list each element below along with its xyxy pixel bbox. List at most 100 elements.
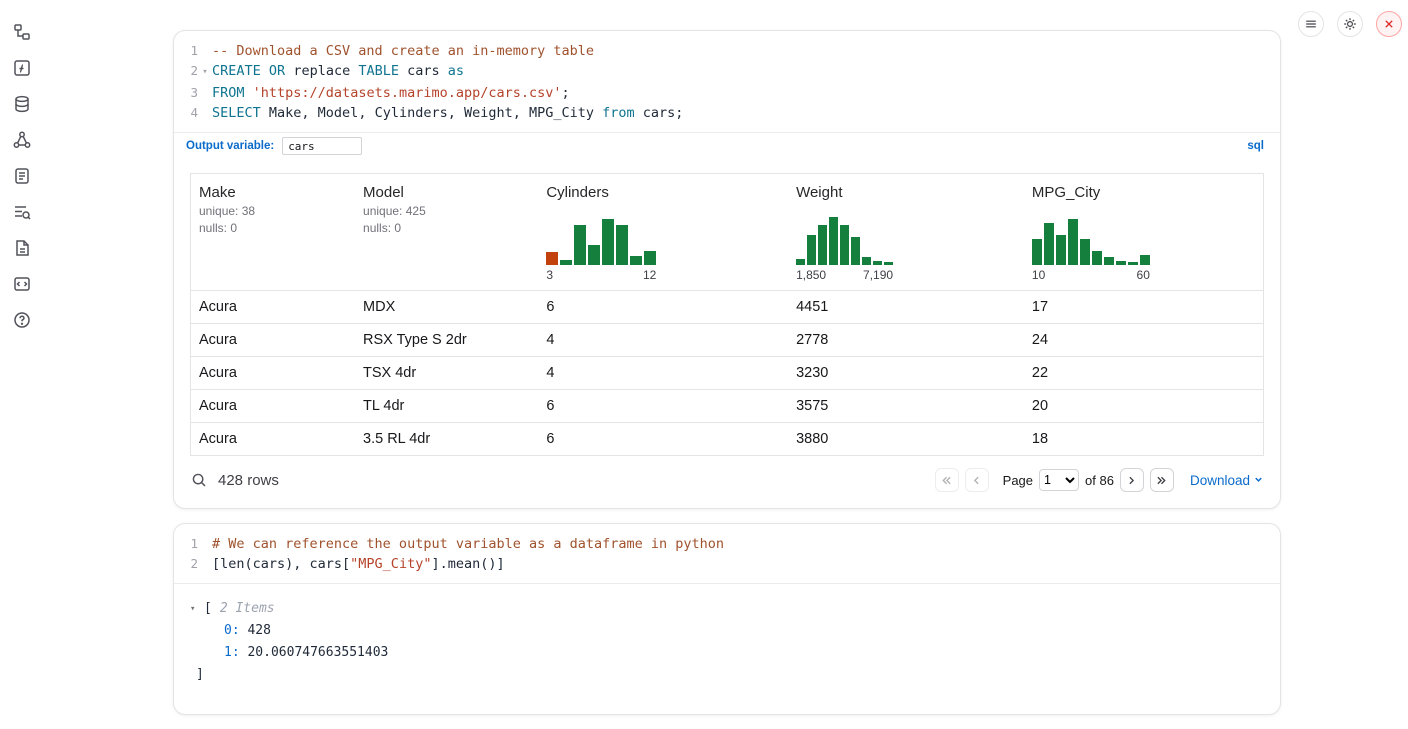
output-variable-input[interactable] <box>282 137 362 155</box>
code-line[interactable]: 4SELECT Make, Model, Cylinders, Weight, … <box>174 103 1280 123</box>
code-line[interactable]: 1# We can reference the output variable … <box>174 534 1280 554</box>
histogram-bar[interactable] <box>873 261 882 265</box>
table-cell: RSX Type S 2dr <box>355 324 538 357</box>
close-icon <box>1381 16 1397 32</box>
histogram-bar[interactable] <box>1032 239 1042 265</box>
help-icon[interactable] <box>12 310 32 330</box>
histogram-bar[interactable] <box>644 251 656 265</box>
token-string: "MPG_City" <box>350 556 431 572</box>
file-explorer-icon[interactable] <box>12 22 32 42</box>
histogram-bar[interactable] <box>884 262 893 265</box>
histogram-bar[interactable] <box>560 260 572 265</box>
output-list-entries: 0: 4281: 20.060747663551403 <box>190 620 1264 664</box>
histogram-min-label: 10 <box>1032 268 1045 282</box>
histogram-bar[interactable] <box>1116 261 1126 265</box>
histogram-bar[interactable] <box>851 237 860 265</box>
table-cell: Acura <box>191 423 355 456</box>
code-line[interactable]: 2[len(cars), cars["MPG_City"].mean()] <box>174 554 1280 574</box>
histogram-min-label: 1,850 <box>796 268 826 282</box>
fold-indicator-icon[interactable]: ▾ <box>198 61 212 83</box>
table-header-row: Makeunique: 38nulls: 0Modelunique: 425nu… <box>191 174 1263 291</box>
histogram-bar[interactable] <box>818 225 827 265</box>
close-button[interactable] <box>1376 11 1402 37</box>
snippets-icon[interactable] <box>12 274 32 294</box>
outline-icon[interactable] <box>12 166 32 186</box>
histogram-bar[interactable] <box>1128 262 1138 265</box>
search-icon[interactable] <box>190 471 208 489</box>
code-line[interactable]: 2▾CREATE OR replace TABLE cars as <box>174 61 1280 83</box>
code-text: CREATE OR replace TABLE cars as <box>212 61 464 83</box>
histogram-bar[interactable] <box>862 257 871 265</box>
page-select[interactable]: 1 <box>1039 469 1079 491</box>
column-header[interactable]: Modelunique: 425nulls: 0 <box>355 174 538 291</box>
column-name: Weight <box>796 184 1016 201</box>
fold-indicator-icon <box>198 41 212 61</box>
histogram-bar[interactable] <box>588 245 600 265</box>
column-histogram[interactable] <box>546 215 780 265</box>
column-header[interactable]: Weight1,8507,190 <box>788 174 1024 291</box>
table-cell: 6 <box>538 423 788 456</box>
code-line[interactable]: 1-- Download a CSV and create an in-memo… <box>174 41 1280 61</box>
histogram-bar[interactable] <box>1044 223 1054 265</box>
table-cell: 4451 <box>788 291 1024 324</box>
table-cell: 3575 <box>788 390 1024 423</box>
token-comment: # We can reference the output variable a… <box>212 536 724 552</box>
column-histogram[interactable] <box>796 215 1016 265</box>
last-page-button[interactable] <box>1150 468 1174 492</box>
settings-button[interactable] <box>1337 11 1363 37</box>
download-label: Download <box>1190 473 1250 488</box>
chevron-right-icon <box>1125 474 1138 487</box>
menu-button[interactable] <box>1298 11 1324 37</box>
table-cell: 4 <box>538 324 788 357</box>
histogram-bar[interactable] <box>796 259 805 265</box>
histogram-bar[interactable] <box>630 256 642 265</box>
histogram-bar[interactable] <box>1104 257 1114 265</box>
download-button[interactable]: Download <box>1190 473 1264 488</box>
table-row[interactable]: AcuraRSX Type S 2dr4277824 <box>191 324 1263 357</box>
code-line[interactable]: 3FROM 'https://datasets.marimo.app/cars.… <box>174 83 1280 103</box>
table-row[interactable]: Acura3.5 RL 4dr6388018 <box>191 423 1263 456</box>
histogram-bar[interactable] <box>616 225 628 265</box>
column-histogram[interactable] <box>1032 215 1255 265</box>
token-plain: ].mean()] <box>431 556 504 572</box>
first-page-button[interactable] <box>935 468 959 492</box>
logs-icon[interactable] <box>12 202 32 222</box>
histogram-bar[interactable] <box>1080 239 1090 265</box>
dependency-graph-icon[interactable] <box>12 130 32 150</box>
token-plain: replace <box>285 63 358 79</box>
collapse-chevron-icon[interactable]: ▾ <box>190 598 202 620</box>
python-output: ▾ [ 2 Items 0: 4281: 20.060747663551403 … <box>174 583 1280 714</box>
column-header[interactable]: Cylinders312 <box>538 174 788 291</box>
sql-code-editor[interactable]: 1-- Download a CSV and create an in-memo… <box>174 31 1280 132</box>
line-number: 4 <box>174 103 198 123</box>
column-header[interactable]: Makeunique: 38nulls: 0 <box>191 174 355 291</box>
histogram-bar[interactable] <box>1056 235 1066 265</box>
table-footer: 428 rows Page 1 of 86 <box>174 456 1280 508</box>
next-page-button[interactable] <box>1120 468 1144 492</box>
histogram-bar[interactable] <box>602 219 614 265</box>
histogram-bar[interactable] <box>546 252 558 265</box>
table-row[interactable]: AcuraMDX6445117 <box>191 291 1263 324</box>
documentation-icon[interactable] <box>12 238 32 258</box>
code-text: [len(cars), cars["MPG_City"].mean()] <box>212 554 505 574</box>
variables-icon[interactable] <box>12 58 32 78</box>
histogram-bar[interactable] <box>840 225 849 265</box>
table-row[interactable]: AcuraTL 4dr6357520 <box>191 390 1263 423</box>
page-label: Page <box>1003 473 1033 488</box>
table-row[interactable]: AcuraTSX 4dr4323022 <box>191 357 1263 390</box>
datasources-icon[interactable] <box>12 94 32 114</box>
column-header[interactable]: MPG_City1060 <box>1024 174 1263 291</box>
histogram-bar[interactable] <box>574 225 586 265</box>
histogram-bar[interactable] <box>1068 219 1078 265</box>
histogram-bar[interactable] <box>807 235 816 265</box>
previous-page-button[interactable] <box>965 468 989 492</box>
items-count-label: 2 Items <box>220 598 275 620</box>
column-stat: unique: 425 <box>363 204 530 218</box>
python-code-editor[interactable]: 1# We can reference the output variable … <box>174 524 1280 583</box>
histogram-bar[interactable] <box>829 217 838 265</box>
histogram-bar[interactable] <box>1092 251 1102 265</box>
token-plain: cars; <box>635 105 684 121</box>
histogram-bar[interactable] <box>1140 255 1150 265</box>
token-keyword: OR <box>269 63 285 79</box>
token-keyword: from <box>602 105 635 121</box>
